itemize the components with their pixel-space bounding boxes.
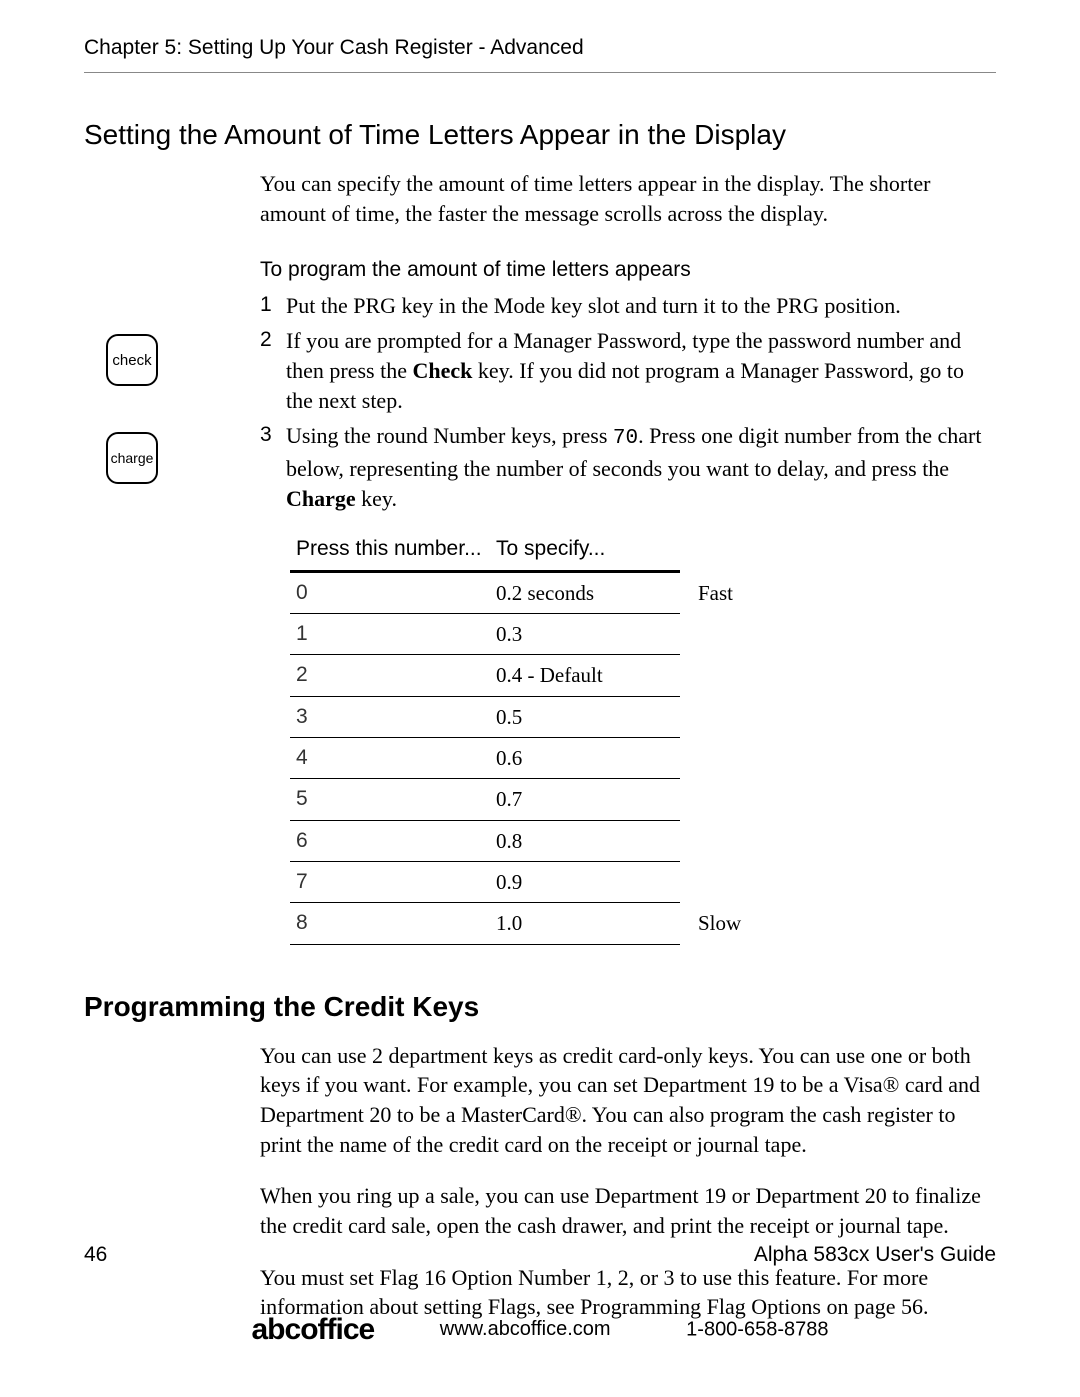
- table-cell-note: [680, 614, 760, 655]
- step-text: If you are prompted for a Manager Passwo…: [286, 326, 996, 415]
- credit-p1: You can use 2 department keys as credit …: [260, 1041, 996, 1160]
- table-cell-note: [680, 779, 760, 820]
- code-70: 70: [613, 427, 638, 450]
- text: key.: [356, 486, 397, 511]
- table-cell-number: 4: [290, 738, 490, 779]
- section-title-letter-timing: Setting the Amount of Time Letters Appea…: [84, 119, 996, 151]
- table-cell-value: 1.0: [490, 903, 680, 944]
- table-cell-value: 0.9: [490, 862, 680, 903]
- table-cell-value: 0.8: [490, 821, 680, 862]
- guide-title: Alpha 583cx User's Guide: [754, 1243, 996, 1267]
- table-header-specify: To specify...: [490, 531, 680, 572]
- table-cell-number: 2: [290, 655, 490, 696]
- check-key-icon: check: [106, 334, 158, 386]
- table-header-press: Press this number...: [290, 531, 490, 572]
- brand-footer: abcoffice www.abcoffice.com 1-800-658-87…: [0, 1313, 1080, 1347]
- charge-key-icon: charge: [106, 432, 158, 484]
- table-header-empty: [680, 531, 760, 572]
- brand-logo: abcoffice: [252, 1313, 375, 1346]
- step-text: Using the round Number keys, press 70. P…: [286, 421, 996, 513]
- table-cell-value: 0.2 seconds: [490, 573, 680, 614]
- intro-paragraph: You can specify the amount of time lette…: [260, 169, 996, 228]
- table-cell-note: Slow: [680, 903, 760, 944]
- page-footer: 46 Alpha 583cx User's Guide: [84, 1243, 996, 1267]
- table-cell-note: [680, 655, 760, 696]
- table-cell-number: 8: [290, 903, 490, 944]
- step-1: 1 Put the PRG key in the Mode key slot a…: [260, 291, 996, 321]
- step-2: 2 If you are prompted for a Manager Pass…: [260, 326, 996, 415]
- table-cell-number: 3: [290, 697, 490, 738]
- step-text: Put the PRG key in the Mode key slot and…: [286, 291, 996, 321]
- credit-p2: When you ring up a sale, you can use Dep…: [260, 1181, 996, 1240]
- table-cell-number: 6: [290, 821, 490, 862]
- text: Using the round Number keys, press: [286, 423, 613, 448]
- brand-url: www.abcoffice.com: [440, 1318, 611, 1340]
- table-cell-value: 0.7: [490, 779, 680, 820]
- table-cell-note: [680, 821, 760, 862]
- table-cell-note: Fast: [680, 573, 760, 614]
- brand-phone: 1-800-658-8788: [686, 1318, 828, 1340]
- page-number: 46: [84, 1243, 107, 1267]
- task-title: To program the amount of time letters ap…: [260, 256, 996, 284]
- table-cell-value: 0.4 - Default: [490, 655, 680, 696]
- table-cell-note: [680, 697, 760, 738]
- step-3: 3 Using the round Number keys, press 70.…: [260, 421, 996, 513]
- check-key-name: Check: [412, 358, 472, 383]
- timing-table: Press this number... To specify... 00.2 …: [290, 531, 996, 944]
- step-number: 1: [260, 291, 286, 321]
- table-cell-number: 5: [290, 779, 490, 820]
- table-cell-note: [680, 738, 760, 779]
- step-number: 2: [260, 326, 286, 415]
- table-cell-value: 0.6: [490, 738, 680, 779]
- table-cell-value: 0.3: [490, 614, 680, 655]
- table-cell-value: 0.5: [490, 697, 680, 738]
- section-title-credit-keys: Programming the Credit Keys: [84, 991, 996, 1023]
- charge-key-name: Charge: [286, 486, 356, 511]
- chapter-header: Chapter 5: Setting Up Your Cash Register…: [84, 36, 996, 73]
- table-cell-note: [680, 862, 760, 903]
- table-cell-number: 1: [290, 614, 490, 655]
- table-cell-number: 0: [290, 573, 490, 614]
- table-cell-number: 7: [290, 862, 490, 903]
- step-number: 3: [260, 421, 286, 513]
